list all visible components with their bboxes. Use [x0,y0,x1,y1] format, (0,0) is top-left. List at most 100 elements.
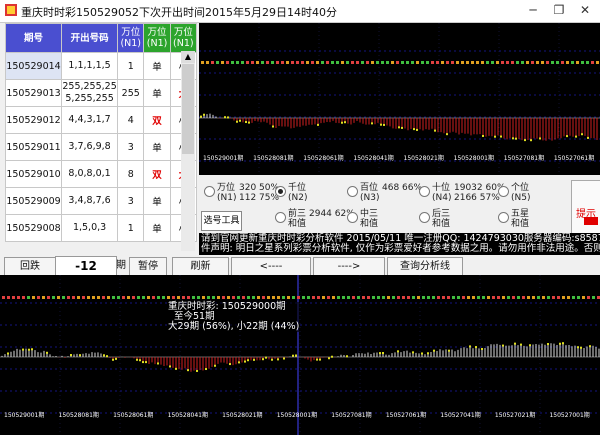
trend-point [398,126,400,129]
trend-dot [286,61,289,64]
trend-point [316,358,318,361]
col-issue[interactable]: 期号 [4,23,63,53]
trend-point [22,348,24,351]
trend-dot [397,296,400,299]
trend-point [481,347,483,350]
trend-dot [52,296,55,299]
cell-issue: 150529014 [4,52,63,80]
trend-dot [277,296,280,299]
col-odd-even[interactable]: 万位 (N1) [143,23,171,53]
table-row[interactable]: 150529013255,255,25 5,255,255255单大 [4,79,198,107]
trend-point [224,116,226,119]
col-big-small[interactable]: 万位 (N1) [169,23,198,53]
trend-point [512,137,514,140]
opt-bai-label: 百位 [360,183,379,193]
x-tick-label: 150529001期 [4,411,44,419]
chart-tooltip: 重庆时时彩: 150529000期 至今51期 大29期 (56%), 小22期… [168,302,300,332]
radio-bai[interactable] [347,186,358,197]
prev-button[interactable]: <---- [231,257,311,276]
refresh-button[interactable]: 刷新 [172,257,229,276]
x-tick-label: 150528041期 [353,154,393,162]
trend-point [344,121,346,124]
restore-button[interactable]: ❐ [546,0,572,20]
cell-issue: 150529008 [4,214,63,242]
trend-point [530,139,532,142]
trend-dot [411,61,414,64]
trend-dot [582,296,585,299]
trend-point [341,121,343,124]
trend-point [539,137,541,140]
table-row[interactable]: 1505290124,4,3,1,74双小 [4,106,198,134]
alert-toggle[interactable] [584,217,598,225]
radio-ge[interactable] [498,186,509,197]
query-line-button[interactable]: 查询分析线 [387,257,463,276]
table-row[interactable]: 1505290093,4,8,7,63单小 [4,187,198,215]
offset-value-field[interactable]: -12 [55,256,117,277]
trend-dot [77,296,80,299]
close-button[interactable]: ✕ [572,0,598,20]
trend-point [317,123,319,126]
cell-sum: 8 [117,160,145,188]
trend-point [566,135,568,138]
radio-z3[interactable] [347,212,358,223]
trend-dot [7,296,10,299]
radio-h3[interactable] [419,212,430,223]
trend-dot [147,296,150,299]
trend-dot [487,296,490,299]
trend-dot [542,296,545,299]
table-row[interactable]: 1505290113,7,6,9,83单小 [4,133,198,161]
opt-wx-sub: 和值 [511,219,530,229]
trend-dot [276,61,279,64]
opt-ge: 个位 (N5) [511,183,530,203]
radio-wx[interactable] [498,212,509,223]
cell-sum: 1 [117,214,145,242]
trend-dot [302,296,305,299]
trend-point [328,357,330,360]
radio-q3[interactable] [275,212,286,223]
trend-dot [107,296,110,299]
radio-wan[interactable] [204,186,215,197]
trend-dot [516,61,519,64]
next-button[interactable]: ----> [313,257,385,276]
trend-dot [406,61,409,64]
trend-point [203,113,205,116]
trend-point [248,121,250,124]
trend-dot [577,296,580,299]
trend-dot [201,61,204,64]
number-tool-button[interactable]: 选号工具 [201,211,242,231]
trend-dot [471,61,474,64]
scroll-up-arrow[interactable]: ▲ [181,51,195,63]
table-scrollbar[interactable]: ▲ [181,51,195,251]
trend-dot [512,296,515,299]
trend-dot [246,61,249,64]
alert-panel[interactable]: 提示 [571,180,600,234]
scroll-thumb[interactable] [182,64,194,154]
trend-dot [482,296,485,299]
trend-dot [232,296,235,299]
x-tick-label: 150527041期 [440,411,480,419]
trend-dot [357,296,360,299]
radio-qian[interactable] [275,186,286,197]
trend-dot [502,296,505,299]
trend-point [28,348,30,351]
pause-button[interactable]: 暂停 [129,257,167,276]
back-button[interactable]: 回跌 [4,257,56,276]
radio-shi[interactable] [419,186,430,197]
trend-dot [377,296,380,299]
trend-dot [242,296,245,299]
table-row[interactable]: 1505290081,5,0,31单小 [4,214,198,242]
table-row[interactable]: 1505290108,0,8,0,18双大 [4,160,198,188]
trend-chart-bottom[interactable]: 150529001期 150528081期 150528061期 150528041期… [0,275,600,435]
trend-dot [22,296,25,299]
cell-sum: 1 [117,52,145,80]
trend-dot [177,296,180,299]
trend-point [253,358,255,361]
col-numbers[interactable]: 开出号码 [61,23,119,53]
trend-dot [82,296,85,299]
trend-dot [556,61,559,64]
minimize-button[interactable]: ─ [520,0,546,20]
trend-chart-top[interactable]: 150529001期 150528081期 150528061期 150528041期… [199,23,600,175]
col-sum[interactable]: 万位 (N1) [117,23,145,53]
ticker-line-2: 件声明: 明日之星系列彩票分析软件, 仅作为彩票爱好者参考数据之用。请勿用作非法… [201,243,600,254]
table-row[interactable]: 1505290141,1,1,1,51单小 [4,52,198,80]
